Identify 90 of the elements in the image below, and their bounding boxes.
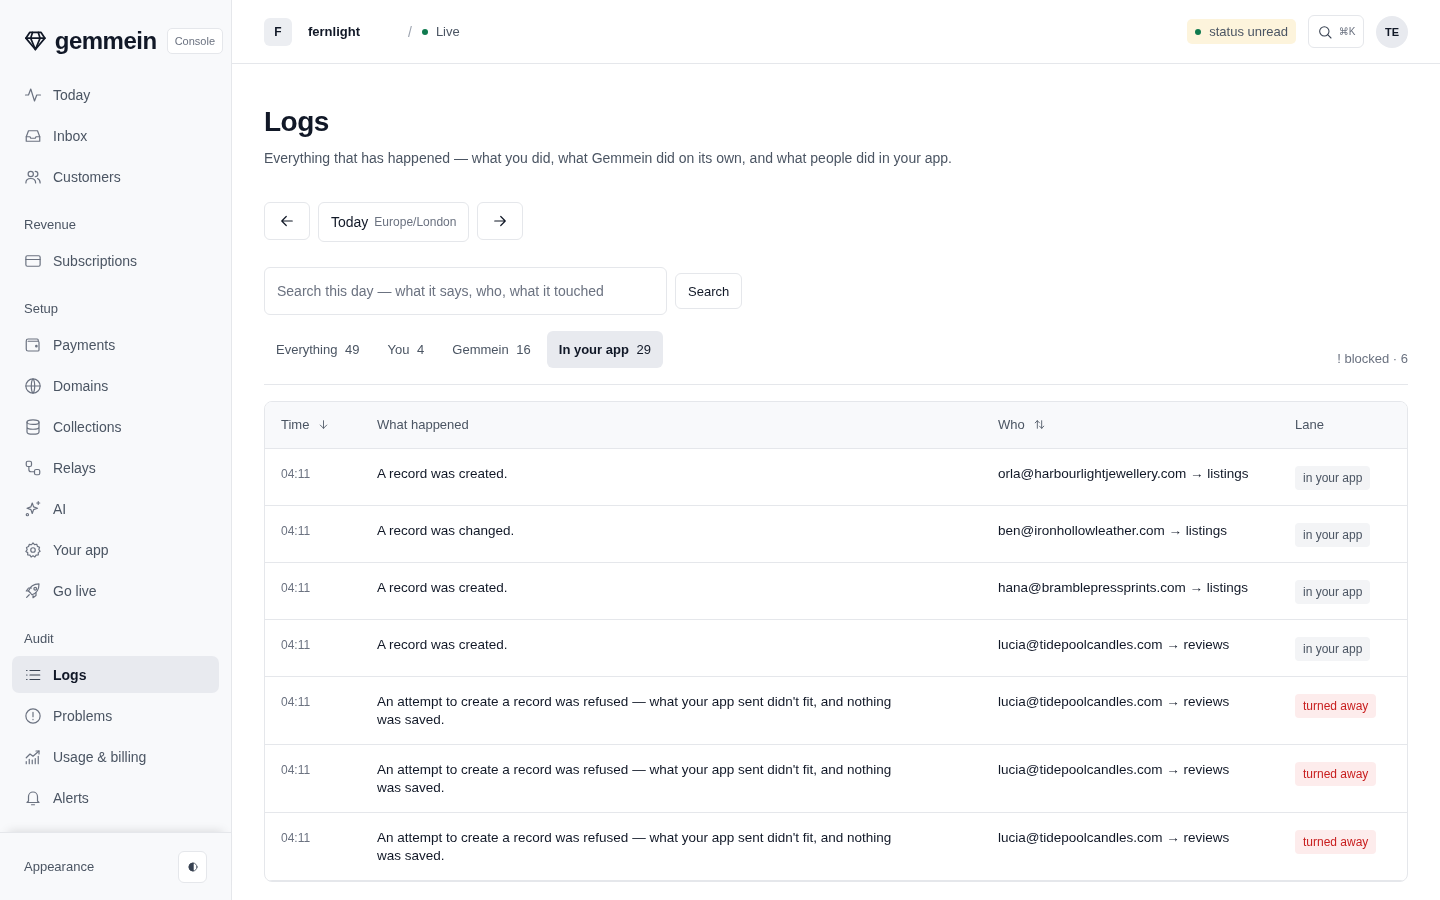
time-cell: 04:11 (281, 637, 311, 652)
column-header: Lane (1295, 417, 1324, 433)
actor-cell: ben@ironhollowleather.com → listings (998, 522, 1228, 538)
actor-cell: orla@harbourlightjewellery.com → listings (998, 465, 1249, 481)
sparkle-icon (24, 499, 42, 518)
lane-tag: in your app (1295, 522, 1371, 547)
sidebar-item[interactable]: Usage & billing (12, 738, 219, 775)
search-field[interactable]: Search this day — what it says, who, what it touched (264, 267, 667, 315)
command-palette-button[interactable]: ⌘K (1308, 15, 1364, 48)
theme-toggle-button[interactable] (178, 850, 207, 883)
search-submit-button[interactable]: Search (675, 273, 743, 309)
database-icon (24, 417, 42, 436)
day-picker[interactable]: Today Europe/London (318, 202, 470, 242)
status-text: status unread (1209, 24, 1288, 39)
gear-icon (24, 540, 42, 559)
column-header: What happened (377, 417, 469, 433)
time-cell: 04:11 (281, 523, 311, 538)
sidebar-item[interactable]: Today (12, 76, 219, 113)
pulse-icon (24, 85, 42, 104)
event-description: An attempt to create a record was refused — what your app sent didn't fit, and nothing was saved. (377, 829, 892, 863)
lane-tag: in your app (1295, 636, 1371, 661)
rocket-icon (24, 581, 42, 600)
event-description: A record was created. (377, 465, 508, 481)
lane-tag: turned away (1295, 693, 1377, 718)
section-heading: Revenue (23, 216, 78, 234)
sidebar-item[interactable]: Your app (12, 531, 219, 568)
filter-tab[interactable]: You 4 (375, 331, 437, 368)
half-circle-icon (186, 860, 199, 873)
actor-cell: lucia@tidepoolcandles.com → reviews (998, 829, 1230, 845)
event-description: A record was created. (377, 579, 508, 595)
globe-icon (24, 376, 42, 395)
sidebar-item[interactable]: Collections (12, 408, 219, 445)
actor-cell: lucia@tidepoolcandles.com → reviews (998, 636, 1230, 652)
time-cell: 04:11 (281, 580, 311, 595)
sidebar-item[interactable]: Problems (12, 697, 219, 734)
environment-label: Live (435, 24, 460, 39)
actor-cell: hana@bramblepressprints.com → listings (998, 579, 1249, 595)
time-cell: 04:11 (281, 466, 311, 481)
time-cell: 04:11 (281, 830, 311, 845)
shortcut-hint: ⌘K (1338, 26, 1356, 37)
previous-day-button[interactable] (264, 202, 310, 240)
sidebar-item[interactable]: Payments (12, 326, 219, 363)
page-description: Everything that has happened — what you did, what Gemmein did on its own, and what people did in your app. (264, 150, 953, 166)
filter-tab[interactable]: In your app 29 (546, 331, 663, 368)
page-title: Logs (264, 106, 330, 138)
lane-tag: in your app (1295, 465, 1371, 490)
workspace-avatar: F (264, 17, 292, 46)
sort-arrows-icon (1032, 418, 1046, 432)
bell-icon (24, 788, 42, 807)
blocked-count: ! blocked · 6 (1337, 351, 1408, 366)
column-header[interactable]: Who (998, 417, 1046, 433)
workspace-name[interactable]: fernlight (308, 24, 408, 39)
alert-circle-icon (24, 706, 42, 725)
event-description: An attempt to create a record was refused — what your app sent didn't fit, and nothing was saved. (377, 693, 892, 727)
filter-tab[interactable]: Everything 49 (264, 331, 372, 368)
chart-icon (24, 747, 42, 766)
sidebar-item[interactable]: Alerts (12, 779, 219, 816)
column-header[interactable]: Time (281, 417, 331, 433)
lane-tag: turned away (1295, 829, 1377, 854)
brand-name: gemmein (54, 27, 157, 55)
actor-cell: lucia@tidepoolcandles.com → reviews (998, 761, 1230, 777)
sidebar-item[interactable]: AI (12, 490, 219, 527)
live-dot (421, 28, 428, 35)
event-description: An attempt to create a record was refused — what your app sent didn't fit, and nothing was saved. (377, 761, 892, 795)
search-icon (1316, 23, 1333, 40)
console-badge: Console (166, 28, 223, 54)
sidebar-item[interactable]: Inbox (12, 117, 219, 154)
time-cell: 04:11 (281, 762, 311, 777)
section-heading: Audit (23, 630, 55, 648)
lane-tag: turned away (1295, 761, 1377, 786)
sidebar-item[interactable]: Customers (12, 158, 219, 195)
sidebar-item[interactable]: Go live (12, 572, 219, 609)
lane-tag: in your app (1295, 579, 1371, 604)
event-description: A record was changed. (377, 522, 515, 538)
next-day-button[interactable] (477, 202, 524, 240)
filter-tab[interactable]: Gemmein 16 (440, 331, 543, 368)
breadcrumb-separator: / (408, 23, 412, 40)
user-avatar[interactable]: TE (1376, 15, 1408, 48)
time-cell: 04:11 (281, 694, 311, 709)
nodes-icon (24, 458, 42, 477)
sidebar-item[interactable]: Relays (12, 449, 219, 486)
sidebar-item[interactable]: Subscriptions (12, 242, 219, 279)
sidebar-item[interactable]: Domains (12, 367, 219, 404)
event-description: A record was created. (377, 636, 508, 652)
section-heading: Setup (23, 300, 59, 318)
wallet-icon (24, 335, 42, 354)
sidebar-item[interactable]: Logs (12, 656, 219, 693)
actor-cell: lucia@tidepoolcandles.com → reviews (998, 693, 1230, 709)
status-dot (1195, 28, 1202, 35)
appearance-label: Appearance (24, 859, 95, 874)
